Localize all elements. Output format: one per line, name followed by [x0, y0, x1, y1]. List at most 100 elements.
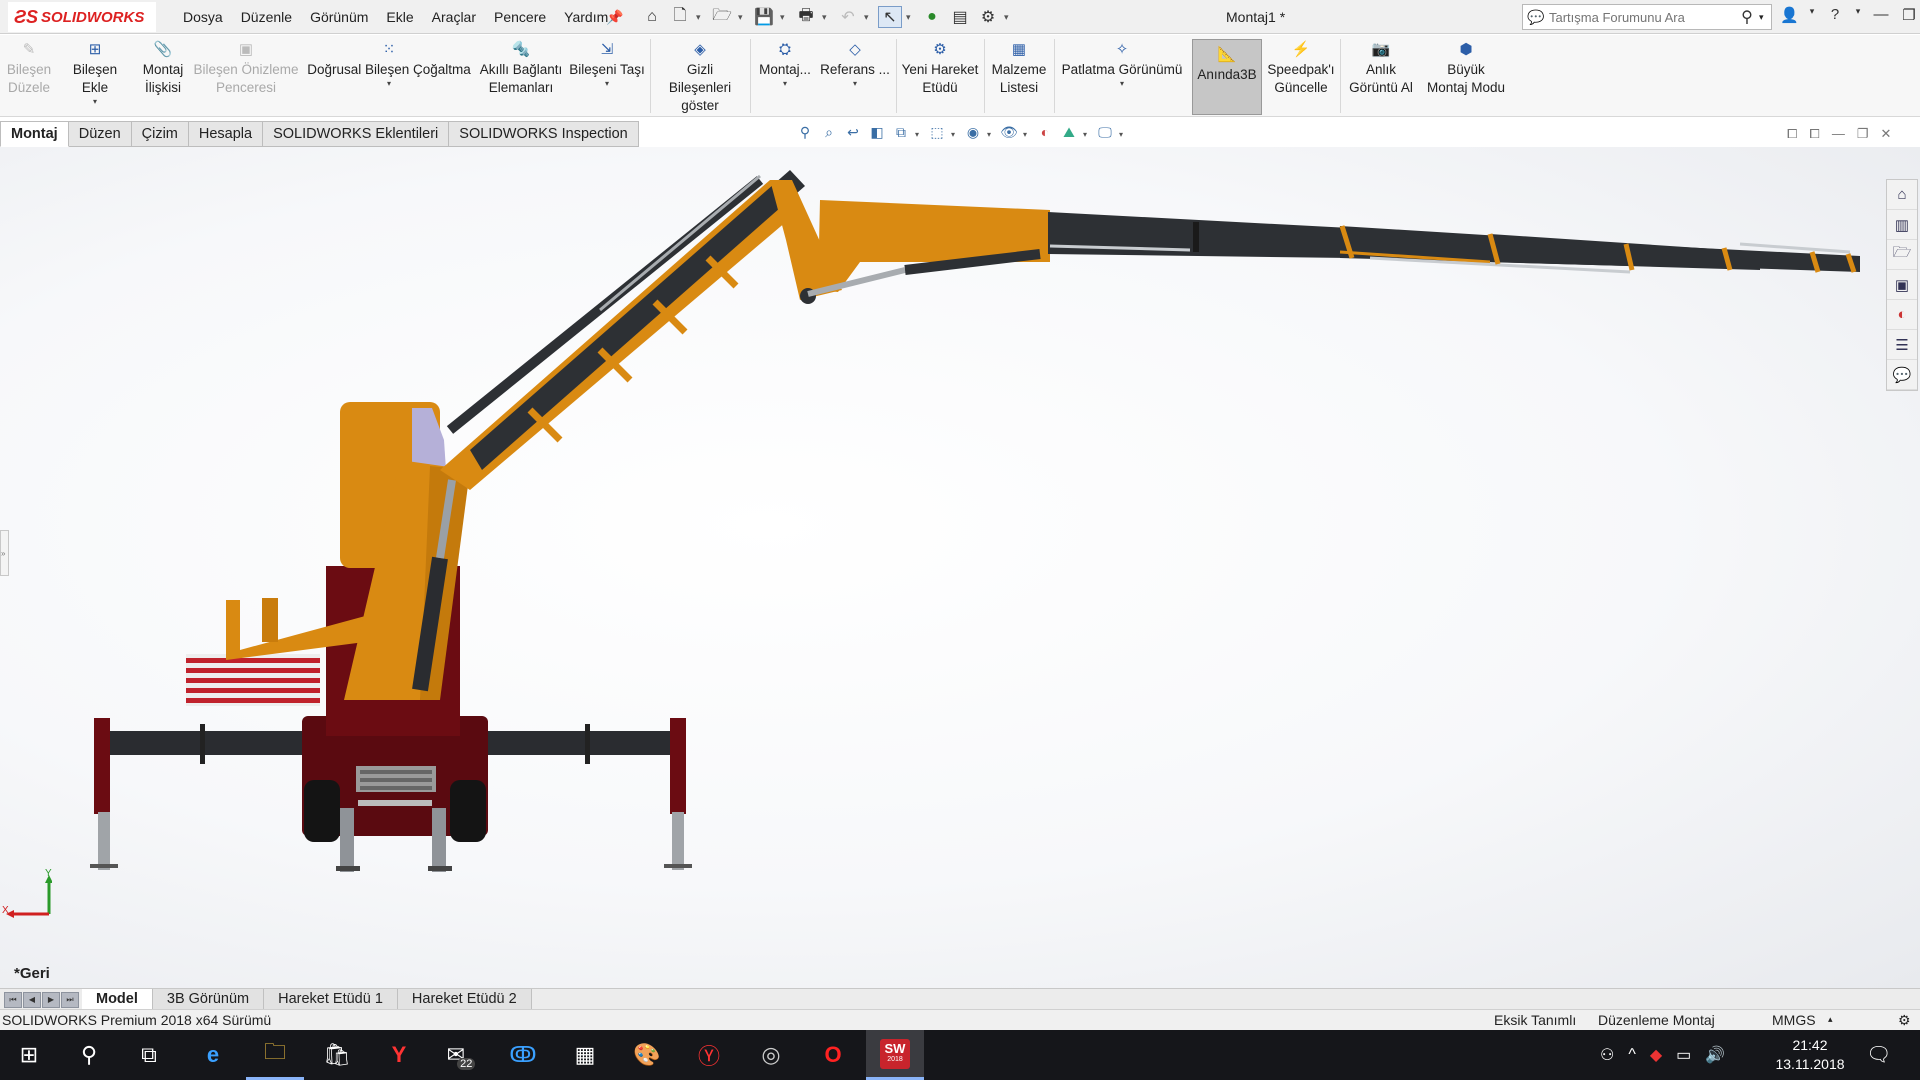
action-center-icon[interactable]: 🗨: [1866, 1042, 1891, 1067]
large-assembly-mode-button[interactable]: ⬢ Büyük Montaj Modu: [1422, 41, 1510, 113]
units-selector[interactable]: MMGS: [1772, 1012, 1816, 1028]
viewport-restore-icon[interactable]: ❐: [1857, 126, 1869, 142]
battery-icon[interactable]: ▭: [1676, 1045, 1691, 1065]
show-hidden-icons-icon[interactable]: ^: [1628, 1046, 1636, 1064]
viewport-expand-icon[interactable]: ⧠: [1809, 126, 1819, 142]
menu-ekle[interactable]: Ekle: [377, 9, 422, 25]
insert-components-button[interactable]: ⊞ Bileşen Ekle ▾: [58, 41, 132, 113]
units-dropdown-icon[interactable]: ▴: [1828, 1014, 1833, 1025]
paint-palette-icon[interactable]: 🎨: [618, 1030, 676, 1080]
viewport-close-icon[interactable]: ✕: [1880, 126, 1891, 142]
mate-button[interactable]: 📎 Montaj İlişkisi: [138, 41, 188, 113]
print-icon[interactable]: 🖶: [794, 6, 818, 28]
zoom-to-fit-icon[interactable]: ⚲: [795, 124, 815, 144]
system-clock[interactable]: 21:42 13.11.2018: [1770, 1036, 1850, 1074]
calculator-icon[interactable]: ▦: [556, 1030, 614, 1080]
tab-motion-study-2[interactable]: Hareket Etüdü 2: [397, 989, 532, 1009]
previous-view-icon[interactable]: ↩: [843, 124, 863, 144]
solidworks-resources-icon[interactable]: ⌂: [1887, 180, 1917, 210]
view-orientation-icon[interactable]: ⬚: [927, 124, 947, 144]
tab-model[interactable]: Model: [82, 989, 153, 1009]
undo-dropdown-icon[interactable]: ▾: [864, 12, 874, 23]
insert-components-dropdown-icon[interactable]: ▾: [93, 97, 97, 107]
tab-montaj[interactable]: Montaj: [0, 121, 69, 147]
rebuild-traffic-light-icon[interactable]: ●: [920, 6, 944, 28]
options-gear-icon[interactable]: ⚙: [976, 6, 1000, 28]
volume-icon[interactable]: 🔊: [1705, 1045, 1725, 1065]
help-dropdown-icon[interactable]: ▾: [1854, 6, 1862, 24]
search-icon[interactable]: ⚲: [60, 1030, 118, 1080]
crane-assembly-model[interactable]: [0, 147, 1920, 988]
cortana-app-icon[interactable]: ↂ: [494, 1030, 552, 1080]
opera-browser-icon[interactable]: O: [804, 1030, 862, 1080]
annotation-dropdown-icon[interactable]: ▾: [915, 130, 923, 139]
section-view-icon[interactable]: ◧: [867, 124, 887, 144]
customize-status-icon[interactable]: ⚙: [1898, 1012, 1911, 1029]
component-preview-window-button[interactable]: ▣ Bileşen Önizleme Penceresi: [192, 41, 300, 113]
menu-dosya[interactable]: Dosya: [174, 9, 232, 25]
save-icon[interactable]: 💾: [752, 6, 776, 28]
orientation-dropdown-icon[interactable]: ▾: [951, 130, 959, 139]
pin-menu-icon[interactable]: 📌: [606, 9, 623, 26]
new-document-icon[interactable]: 🗋: [668, 6, 692, 28]
help-icon[interactable]: ?: [1826, 6, 1844, 24]
view-settings-monitor-icon[interactable]: 🖵: [1095, 124, 1115, 144]
smart-fasteners-button[interactable]: 🔩 Akıllı Bağlantı Elemanları: [478, 41, 564, 113]
hide-show-dropdown-icon[interactable]: ▾: [1023, 130, 1031, 139]
custom-properties-icon[interactable]: ☰: [1887, 330, 1917, 360]
tab-solidworks-inspection[interactable]: SOLIDWORKS Inspection: [449, 121, 639, 147]
edit-component-button[interactable]: ✎ Bileşen Düzele: [6, 41, 52, 113]
solidworks-logo[interactable]: ƧS SOLIDWORKS: [8, 2, 156, 32]
instant3d-button[interactable]: 📐 Anında3B: [1192, 39, 1262, 115]
open-folder-icon[interactable]: 🗁: [710, 6, 734, 28]
last-tab-icon[interactable]: ⏭: [61, 991, 79, 1008]
people-icon[interactable]: ⚇: [1600, 1045, 1614, 1065]
search-dropdown-icon[interactable]: ▾: [1759, 12, 1771, 23]
apply-scene-icon[interactable]: ⛰: [1059, 124, 1079, 144]
assembly-features-button[interactable]: ⛭ Montaj... ▾: [754, 41, 816, 113]
menu-gorunum[interactable]: Görünüm: [301, 9, 377, 25]
next-tab-icon[interactable]: ▶: [42, 991, 60, 1008]
prev-tab-icon[interactable]: ◀: [23, 991, 41, 1008]
menu-pencere[interactable]: Pencere: [485, 9, 555, 25]
exploded-view-dropdown-icon[interactable]: ▾: [1120, 79, 1124, 89]
antivirus-tray-icon[interactable]: ◆: [1650, 1045, 1662, 1065]
new-dropdown-icon[interactable]: ▾: [696, 12, 706, 23]
design-library-icon[interactable]: ▥: [1887, 210, 1917, 240]
move-component-dropdown-icon[interactable]: ▾: [605, 79, 609, 89]
reference-geometry-button[interactable]: ◇ Referans ... ▾: [818, 41, 892, 113]
disc-app-icon[interactable]: ◎: [742, 1030, 800, 1080]
tab-3d-view[interactable]: 3B Görünüm: [152, 989, 265, 1009]
reference-geometry-dropdown-icon[interactable]: ▾: [853, 79, 857, 89]
user-dropdown-icon[interactable]: ▾: [1808, 6, 1816, 24]
appearances-scenes-icon[interactable]: ◐: [1887, 300, 1917, 330]
yandex-browser-icon[interactable]: Y: [370, 1030, 428, 1080]
display-style-dropdown-icon[interactable]: ▾: [987, 130, 995, 139]
file-explorer-icon[interactable]: 🗀: [246, 1030, 304, 1080]
print-dropdown-icon[interactable]: ▾: [822, 12, 832, 23]
move-component-button[interactable]: ⇲ Bileşeni Taşı ▾: [568, 41, 646, 113]
new-motion-study-button[interactable]: ⚙ Yeni Hareket Etüdü: [900, 41, 980, 113]
open-dropdown-icon[interactable]: ▾: [738, 12, 748, 23]
mail-icon[interactable]: ✉ 22: [432, 1030, 490, 1080]
dynamic-annotation-icon[interactable]: ⧉: [891, 124, 911, 144]
viewport-minimize-icon[interactable]: —: [1832, 126, 1845, 142]
menu-duzenle[interactable]: Düzenle: [232, 9, 301, 25]
feature-tree-expand-handle[interactable]: »: [0, 530, 9, 576]
assembly-features-dropdown-icon[interactable]: ▾: [783, 79, 787, 89]
edge-browser-icon[interactable]: e: [184, 1030, 242, 1080]
tab-hesapla[interactable]: Hesapla: [188, 121, 264, 147]
menu-araclar[interactable]: Araçlar: [423, 9, 485, 25]
windows-start-icon[interactable]: ⊞: [0, 1030, 58, 1080]
display-style-icon[interactable]: ◉: [963, 124, 983, 144]
solidworks-taskbar-icon[interactable]: SW 2018: [866, 1030, 924, 1080]
tab-cizim[interactable]: Çizim: [131, 121, 189, 147]
solidworks-forum-icon[interactable]: 💬: [1887, 360, 1917, 390]
zoom-to-area-icon[interactable]: ⌕: [819, 124, 839, 144]
graphics-area[interactable]: ⌂ ▥ 🗁 ▣ ◐ ☰ 💬 » Y X *Geri: [0, 147, 1920, 988]
viewport-collapse-icon[interactable]: ⧠: [1787, 126, 1797, 142]
tab-motion-study-1[interactable]: Hareket Etüdü 1: [264, 989, 398, 1009]
linear-component-pattern-button[interactable]: ⁙ Doğrusal Bileşen Çoğaltma ▾: [304, 41, 474, 113]
user-icon[interactable]: 👤: [1780, 6, 1799, 24]
undo-icon[interactable]: ↶: [836, 6, 860, 28]
